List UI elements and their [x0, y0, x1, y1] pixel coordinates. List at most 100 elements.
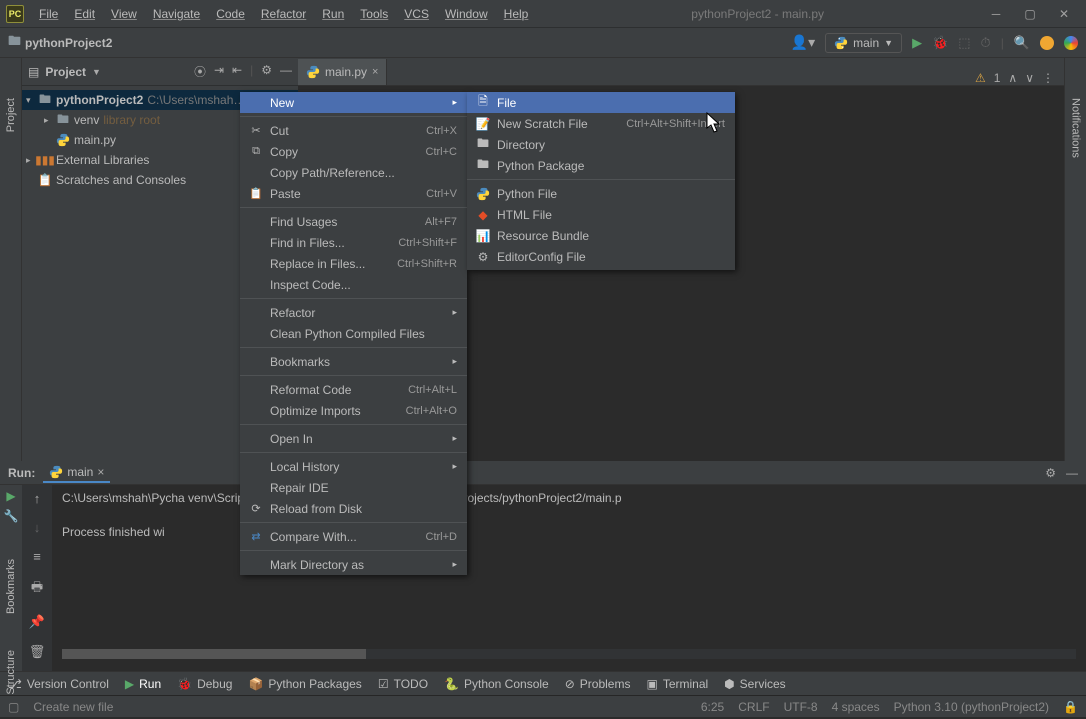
menu-code[interactable]: Code — [209, 4, 252, 24]
tool-services[interactable]: ⬢Services — [724, 677, 786, 691]
code-with-me-icon[interactable] — [1064, 36, 1078, 50]
menu-file[interactable]: File — [32, 4, 65, 24]
minimize-button[interactable]: ─ — [980, 4, 1012, 24]
caret-position[interactable]: 6:25 — [701, 700, 724, 714]
hide-run-icon[interactable]: — — [1066, 466, 1078, 480]
ctx-bookmarks[interactable]: Bookmarks▸ — [240, 351, 467, 372]
sub-new-directory[interactable]: 🖿Directory — [467, 134, 735, 155]
sub-new-editorconfig[interactable]: ⚙EditorConfig File — [467, 246, 735, 267]
prev-highlight-icon[interactable]: ∧ — [1008, 71, 1017, 85]
run-settings-icon[interactable]: ⚙ — [1045, 466, 1056, 480]
print-icon[interactable]: 🖶 — [31, 578, 43, 600]
close-run-tab-icon[interactable]: × — [97, 465, 104, 479]
debug-button[interactable]: 🐞 — [932, 35, 948, 51]
bookmarks-tool-button[interactable]: Bookmarks — [5, 559, 17, 614]
run-config-selector[interactable]: main ▼ — [825, 33, 902, 53]
sub-new-file[interactable]: 🗎File — [467, 92, 735, 113]
next-highlight-icon[interactable]: ∨ — [1025, 71, 1034, 85]
menu-tools[interactable]: Tools — [353, 4, 395, 24]
ctx-optimize-imports[interactable]: Optimize ImportsCtrl+Alt+O — [240, 400, 467, 421]
ctx-copy-path[interactable]: Copy Path/Reference... — [240, 162, 467, 183]
menu-view[interactable]: View — [104, 4, 144, 24]
library-icon: ▮▮▮ — [38, 153, 52, 167]
lock-icon[interactable]: 🔒 — [1063, 700, 1078, 714]
tool-version-control[interactable]: ⎇Version Control — [8, 677, 109, 691]
tool-terminal[interactable]: ▣Terminal — [646, 677, 708, 691]
ctx-cut[interactable]: ✂CutCtrl+X — [240, 120, 467, 141]
editor-tab-main[interactable]: main.py × — [298, 59, 387, 85]
ctx-find-in-files[interactable]: Find in Files...Ctrl+Shift+F — [240, 232, 467, 253]
tool-python-packages[interactable]: 📦Python Packages — [248, 677, 361, 691]
project-tool-button[interactable]: Project — [5, 98, 17, 132]
menu-refactor[interactable]: Refactor — [254, 4, 313, 24]
ctx-mark-directory[interactable]: Mark Directory as▸ — [240, 554, 467, 575]
indent-info[interactable]: 4 spaces — [832, 700, 880, 714]
run-tool-icon[interactable]: 🔧 — [4, 509, 19, 523]
search-everywhere-button[interactable]: 🔍 — [1014, 35, 1030, 51]
close-button[interactable]: ✕ — [1048, 4, 1080, 24]
maximize-button[interactable]: ▢ — [1014, 4, 1046, 24]
close-tab-icon[interactable]: × — [372, 66, 378, 78]
structure-tool-button[interactable]: Structure — [5, 650, 17, 695]
run-tab-main[interactable]: main × — [43, 463, 110, 483]
tool-debug[interactable]: 🐞Debug — [177, 677, 232, 691]
menu-navigate[interactable]: Navigate — [146, 4, 207, 24]
python-interpreter[interactable]: Python 3.10 (pythonProject2) — [894, 700, 1049, 714]
file-encoding[interactable]: UTF-8 — [784, 700, 818, 714]
tab-options-icon[interactable]: ⋮ — [1042, 71, 1054, 85]
sub-new-scratch[interactable]: 📝New Scratch FileCtrl+Alt+Shift+Insert — [467, 113, 735, 134]
ctx-copy[interactable]: ⧉CopyCtrl+C — [240, 141, 467, 162]
ctx-compare-with[interactable]: ⇄Compare With...Ctrl+D — [240, 526, 467, 547]
ctx-repair-ide[interactable]: Repair IDE — [240, 477, 467, 498]
notifications-tool-button[interactable]: Notifications — [1070, 98, 1082, 158]
up-stack-icon[interactable]: ↑ — [34, 491, 41, 506]
run-button[interactable]: ▶ — [912, 35, 922, 51]
sub-new-html-file[interactable]: ◆HTML File — [467, 204, 735, 225]
ctx-clean-pyc[interactable]: Clean Python Compiled Files — [240, 323, 467, 344]
horizontal-scrollbar[interactable] — [62, 649, 1076, 659]
sub-new-python-file[interactable]: Python File — [467, 183, 735, 204]
ctx-find-usages[interactable]: Find UsagesAlt+F7 — [240, 211, 467, 232]
tool-python-console[interactable]: 🐍Python Console — [444, 677, 549, 691]
expand-all-icon[interactable]: ⇥ — [214, 63, 224, 80]
hide-panel-icon[interactable]: — — [280, 63, 292, 80]
menu-vcs[interactable]: VCS — [397, 4, 436, 24]
sub-new-resource-bundle[interactable]: 📊Resource Bundle — [467, 225, 735, 246]
locate-icon[interactable]: ⦿ — [194, 63, 206, 80]
ctx-reload-disk[interactable]: ⟳Reload from Disk — [240, 498, 467, 519]
menu-edit[interactable]: Edit — [67, 4, 102, 24]
profile-button[interactable]: ⏱ — [981, 35, 991, 51]
console-output[interactable]: C:\Users\mshah\Pycha venv\Scripts\python… — [52, 485, 1086, 671]
ctx-local-history[interactable]: Local History▸ — [240, 456, 467, 477]
ctx-replace-in-files[interactable]: Replace in Files...Ctrl+Shift+R — [240, 253, 467, 274]
rerun-icon[interactable]: ▶ — [6, 489, 15, 503]
ctx-refactor[interactable]: Refactor▸ — [240, 302, 467, 323]
tool-todo[interactable]: ☑TODO — [378, 677, 428, 691]
settings-icon[interactable]: ⚙ — [261, 63, 272, 80]
ctx-inspect-code[interactable]: Inspect Code... — [240, 274, 467, 295]
ctx-open-in[interactable]: Open In▸ — [240, 428, 467, 449]
soft-wrap-icon[interactable]: ≡ — [33, 549, 41, 564]
collapse-all-icon[interactable]: ⇤ — [232, 63, 242, 80]
menu-window[interactable]: Window — [438, 4, 495, 24]
trash-icon[interactable]: 🗑 — [29, 644, 46, 660]
inspection-warnings-icon[interactable]: ⚠ — [975, 71, 986, 85]
tool-problems[interactable]: ⊘Problems — [565, 677, 631, 691]
ctx-reformat[interactable]: Reformat CodeCtrl+Alt+L — [240, 379, 467, 400]
chevron-down-icon[interactable]: ▼ — [92, 67, 101, 77]
ctx-paste[interactable]: 📋PasteCtrl+V — [240, 183, 467, 204]
status-bar-icon[interactable]: ▢ — [8, 700, 19, 714]
tool-run[interactable]: ▶Run — [125, 677, 161, 691]
line-separator[interactable]: CRLF — [738, 700, 769, 714]
breadcrumb-root[interactable]: pythonProject2 — [25, 36, 112, 50]
ctx-new[interactable]: New▸ — [240, 92, 467, 113]
run-with-coverage-button[interactable]: ⬚ — [958, 35, 970, 51]
down-stack-icon[interactable]: ↓ — [34, 520, 41, 535]
project-panel-title[interactable]: Project — [45, 65, 86, 79]
sub-new-python-package[interactable]: 🖿Python Package — [467, 155, 735, 176]
menu-run[interactable]: Run — [315, 4, 351, 24]
thumbtack-icon[interactable]: 📌 — [29, 614, 45, 630]
user-icon[interactable]: 👤▾ — [791, 34, 815, 51]
menu-help[interactable]: Help — [497, 4, 536, 24]
ide-updates-icon[interactable] — [1040, 36, 1054, 50]
